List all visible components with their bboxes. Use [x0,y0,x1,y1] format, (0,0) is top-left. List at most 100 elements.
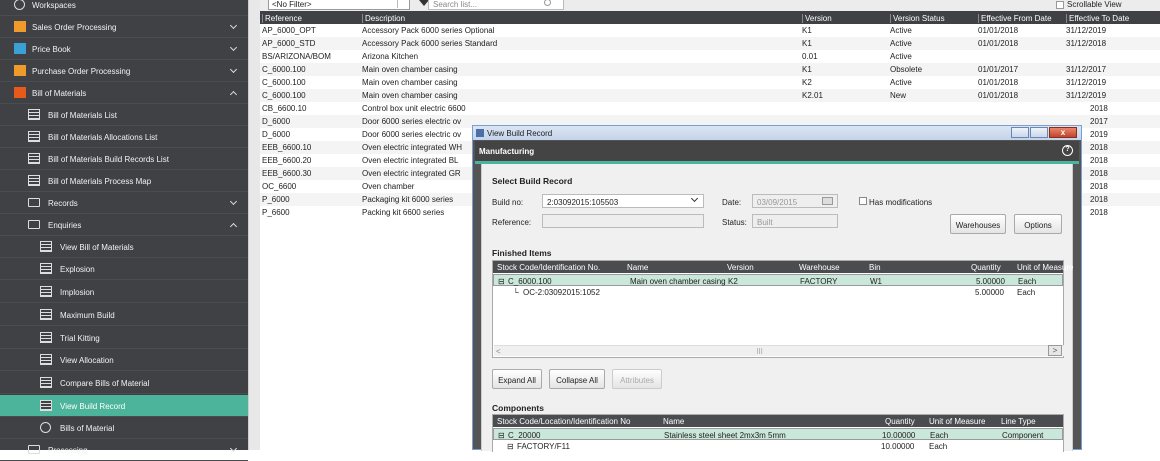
sidebar-item-price-book[interactable]: Price Book [0,38,248,60]
finished-column-header[interactable]: Name [627,263,648,272]
finished-column-header[interactable]: Warehouse [799,263,840,272]
chevron-up-icon[interactable] [229,222,238,231]
finished-column-header[interactable]: Version [727,263,754,272]
chevron-down-icon[interactable] [229,65,238,74]
scroll-right-arrow[interactable]: > [1048,345,1062,356]
chevron-down-icon[interactable] [397,0,407,8]
grid-column-header[interactable]: Effective From Date [978,14,1052,23]
expand-all-button[interactable]: Expand All [492,369,542,389]
table-row[interactable]: CB_6600.10 Control box unit electric 6600… [260,102,1160,115]
chevron-down-icon[interactable] [229,444,238,453]
grid-column-header[interactable]: Effective To Date [1066,14,1129,23]
table-cell: Packing kit 6600 series [362,208,445,217]
sidebar-item-bill-of-materials-list[interactable]: Bill of Materials List [0,104,248,126]
sidebar-item-enquiries[interactable]: Enquiries [0,214,248,236]
sidebar-item-workspaces[interactable]: Workspaces [0,0,248,16]
maximize-button[interactable] [1030,127,1048,138]
component-row[interactable]: ⊟ C_20000 Stainless steel sheet 2mx3m 5mm 1… [493,428,1063,440]
table-row[interactable]: C_6000.100 Main oven chamber casing K1 Obso… [260,63,1160,76]
options-button[interactable]: Options [1014,214,1062,234]
sidebar-item-view-build-record[interactable]: View Build Record [0,395,248,417]
status-field: Built [752,214,838,228]
chevron-down-icon[interactable] [229,43,238,52]
component-row[interactable]: ⊟ FACTORY/F11 10.00000 Each [493,440,1063,452]
calendar-icon[interactable] [822,197,833,205]
chevron-down-icon[interactable] [229,197,238,206]
date-field[interactable]: 03/09/2015 [752,194,838,208]
components-column-header[interactable]: Unit of Measure [929,417,985,426]
table-row[interactable]: C_6000.100 Main oven chamber casing K2.01 N… [260,89,1160,102]
table-row[interactable]: BS/ARIZONA/BOM Arizona Kitchen 0.01 Active [260,50,1160,63]
table-cell: 2018 [1090,104,1108,113]
sidebar-item-maximum-build[interactable]: Maximum Build [0,304,248,326]
close-button[interactable]: x [1049,127,1077,138]
search-icon[interactable] [544,0,551,6]
has-modifications-checkbox[interactable] [859,197,867,205]
grid-icon [40,309,52,320]
table-cell: Main oven chamber casing [362,91,458,100]
chevron-down-icon[interactable] [690,194,699,203]
grid-icon [40,400,52,411]
reference-field[interactable] [542,214,704,228]
table-cell: Main oven chamber casing [630,277,726,286]
finished-column-header[interactable]: Bin [869,263,881,272]
table-row[interactable]: AP_6000_OPT Accessory Pack 6000 series Op… [260,24,1160,37]
components-column-header[interactable]: Name [663,417,684,426]
tree-toggle-icon[interactable]: ⊟ [498,431,505,440]
finished-column-header[interactable]: Stock Code/Identification No. [497,263,600,272]
table-cell: 31/12/2019 [1066,91,1107,100]
finished-item-row[interactable]: ⊟ C_6000.100 Main oven chamber casing K2 FAC… [493,274,1063,286]
scrollable-view-checkbox[interactable] [1056,0,1064,9]
filter-select[interactable]: <No Filter> [268,0,410,10]
horizontal-scrollbar[interactable]: < III > [494,345,1064,356]
build-no-select[interactable]: 2:03092015:105503 [542,194,704,208]
sidebar-item-compare-bills-of-material[interactable]: Compare Bills of Material [0,372,248,394]
sidebar-item-bills-of-material[interactable]: Bills of Material [0,417,248,439]
sidebar-item-bill-of-materials-build-records-list[interactable]: Bill of Materials Build Records List [0,148,248,170]
finished-items-header: Stock Code/Identification No. Name Version… [493,261,1073,273]
chevron-down-icon[interactable] [229,21,238,30]
table-cell: EEB_6600.20 [262,156,312,165]
tree-toggle-icon[interactable]: ⊟ [498,277,505,286]
sidebar-item-view-bill-of-materials[interactable]: View Bill of Materials [0,236,248,258]
dialog-titlebar[interactable]: View Build Record x [473,126,1081,140]
chevron-up-icon[interactable] [229,90,238,99]
sidebar-item-bill-of-materials[interactable]: Bill of Materials [0,82,248,104]
scrollable-view-toggle[interactable]: Scrollable View [1056,0,1122,9]
sidebar-item-label: Implosion [60,288,95,297]
sidebar-item-trial-kitting[interactable]: Trial Kitting [0,327,248,349]
table-cell: OC-2:03092015:1052 [523,288,600,297]
finished-column-header[interactable]: Unit of Measure [1017,263,1073,272]
table-row[interactable]: C_6000.100 Main oven chamber casing K2 Acti… [260,76,1160,89]
sidebar-item-bill-of-materials-allocations-list[interactable]: Bill of Materials Allocations List [0,126,248,148]
table-row[interactable]: AP_6000_STD Accessory Pack 6000 series St… [260,37,1160,50]
search-placeholder: Search list... [433,0,478,9]
search-input[interactable]: Search list... [428,0,564,10]
minimize-button[interactable] [1011,127,1029,138]
sidebar-item-bill-of-materials-process-map[interactable]: Bill of Materials Process Map [0,170,248,192]
grid-column-header[interactable]: Reference [262,14,302,23]
sidebar-item-view-allocation[interactable]: View Allocation [0,349,248,371]
components-column-header[interactable]: Stock Code/Location/Identification No [497,417,630,426]
collapse-all-button[interactable]: Collapse All [549,369,605,389]
finished-column-header[interactable]: Quantity [971,263,1001,272]
sidebar-item-explosion[interactable]: Explosion [0,258,248,280]
finished-item-row[interactable]: └ OC-2:03092015:1052 5.00000 Each [493,286,1063,298]
tree-toggle-icon[interactable]: └ [513,288,519,297]
sidebar-item-processing[interactable]: Processing [0,439,248,461]
scroll-thumb-grip[interactable]: III [756,347,763,356]
sidebar-item-implosion[interactable]: Implosion [0,281,248,303]
sidebar-scrollbar[interactable] [248,0,260,450]
sidebar-item-sales-order-processing[interactable]: Sales Order Processing [0,16,248,38]
grid-column-header[interactable]: Description [362,14,405,23]
scroll-left-arrow[interactable]: < [496,347,501,356]
components-column-header[interactable]: Quantity [885,417,915,426]
sidebar-item-label: Maximum Build [60,311,115,320]
help-icon[interactable]: ? [1062,145,1073,156]
grid-column-header[interactable]: Version Status [890,14,945,23]
warehouses-button[interactable]: Warehouses [950,214,1006,234]
grid-column-header[interactable]: Version [802,14,832,23]
components-column-header[interactable]: Line Type [1001,417,1036,426]
sidebar-item-records[interactable]: Records [0,192,248,214]
sidebar-item-purchase-order-processing[interactable]: Purchase Order Processing [0,60,248,82]
